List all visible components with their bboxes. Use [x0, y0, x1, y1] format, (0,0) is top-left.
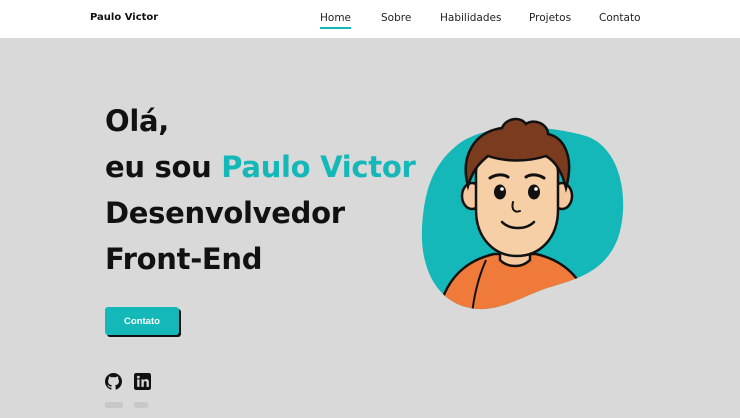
hero-role-line-1: Desenvolvedor	[105, 196, 345, 230]
site-header: Paulo Victor Home Sobre Habilidades Proj…	[0, 0, 740, 38]
main-nav: Home Sobre Habilidades Projetos Contato	[0, 12, 740, 32]
clipped-item	[105, 402, 123, 408]
hero-name: Paulo Victor	[221, 150, 416, 184]
linkedin-icon	[134, 373, 151, 390]
nav-contato[interactable]: Contato	[599, 12, 641, 24]
nav-projetos[interactable]: Projetos	[529, 12, 571, 24]
hero-intro: eu sou Paulo Victor	[105, 150, 416, 184]
github-icon	[105, 373, 122, 390]
avatar-illustration	[421, 117, 624, 310]
clipped-item	[134, 402, 148, 408]
contact-button[interactable]: Contato	[105, 307, 179, 335]
github-link[interactable]	[105, 373, 122, 390]
nav-habilidades[interactable]: Habilidades	[440, 12, 501, 24]
nav-home[interactable]: Home	[320, 12, 352, 29]
hero-intro-prefix: eu sou	[105, 150, 222, 184]
linkedin-link[interactable]	[134, 373, 151, 390]
nav-sobre[interactable]: Sobre	[381, 12, 411, 24]
hero-greeting: Olá,	[105, 104, 169, 138]
hero-role-line-2: Front-End	[105, 242, 263, 276]
